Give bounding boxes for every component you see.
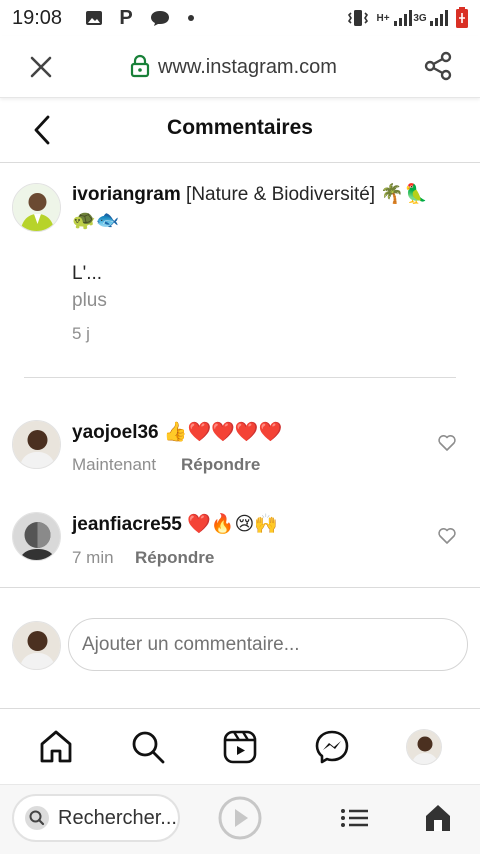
comments-divider bbox=[0, 587, 480, 588]
status-time: 19:08 bbox=[12, 7, 63, 29]
like-heart-icon[interactable] bbox=[437, 433, 457, 453]
comment-text: ❤️🔥😢🙌 bbox=[187, 514, 278, 535]
comment-text: 👍❤️❤️❤️❤️ bbox=[163, 422, 283, 443]
post-username[interactable]: ivoriangram bbox=[72, 184, 181, 205]
reply-button[interactable]: Répondre bbox=[135, 548, 214, 568]
comment-avatar[interactable] bbox=[12, 512, 61, 561]
comment-input-placeholder: Ajouter un commentaire... bbox=[82, 633, 300, 655]
profile-avatar[interactable] bbox=[406, 729, 442, 765]
post-caption: ivoriangram [Nature & Biodiversité] 🌴🦜 bbox=[72, 182, 472, 207]
post-caption-emojis: 🐢🐟 bbox=[72, 210, 120, 231]
share-icon[interactable] bbox=[422, 50, 454, 82]
play-icon[interactable] bbox=[217, 795, 263, 841]
messenger-icon[interactable] bbox=[314, 729, 350, 765]
signal-3g-icon bbox=[428, 9, 450, 27]
search-icon bbox=[25, 806, 49, 830]
comment-username[interactable]: jeanfiacre55 bbox=[72, 514, 182, 535]
reels-icon[interactable] bbox=[222, 729, 258, 765]
caption-divider bbox=[24, 377, 456, 378]
browser-home-icon[interactable] bbox=[424, 803, 452, 833]
browser-search-label: Rechercher... bbox=[58, 806, 177, 829]
comment-time: Maintenant bbox=[72, 455, 157, 474]
status-bar: 19:08 P H+ 3G bbox=[0, 0, 480, 36]
browser-toolbar: www.instagram.com bbox=[0, 36, 480, 98]
tabs-list-icon[interactable] bbox=[340, 806, 370, 832]
post-author-avatar[interactable] bbox=[12, 183, 61, 232]
address-bar[interactable]: www.instagram.com bbox=[158, 56, 337, 79]
battery-icon bbox=[454, 6, 470, 30]
image-icon bbox=[84, 9, 104, 27]
signal-icon bbox=[392, 9, 414, 27]
comment-body: yaojoel36 👍❤️❤️❤️❤️ bbox=[72, 420, 282, 445]
post-caption-truncated: L'... bbox=[72, 263, 103, 284]
comment-input[interactable]: Ajouter un commentaire... bbox=[68, 618, 468, 671]
network-3g-label: 3G bbox=[413, 12, 427, 24]
close-icon[interactable] bbox=[28, 54, 54, 80]
reply-button[interactable]: Répondre bbox=[181, 455, 260, 475]
more-link[interactable]: plus bbox=[72, 290, 107, 312]
chat-icon bbox=[149, 9, 171, 27]
search-icon[interactable] bbox=[130, 729, 166, 765]
comment-avatar[interactable] bbox=[12, 420, 61, 469]
comment-time: 7 min bbox=[72, 548, 114, 567]
comment-body: jeanfiacre55 ❤️🔥😢🙌 bbox=[72, 512, 278, 537]
bottom-navigation bbox=[0, 708, 480, 784]
post-caption-text: [Nature & Biodiversité] 🌴🦜 bbox=[186, 184, 428, 205]
p-app-icon: P bbox=[119, 6, 133, 29]
header-divider bbox=[0, 162, 480, 163]
hplus-icon: H+ bbox=[376, 12, 390, 24]
like-heart-icon[interactable] bbox=[437, 526, 457, 546]
lock-icon bbox=[130, 54, 150, 78]
page-title: Commentaires bbox=[167, 116, 313, 139]
vibrate-icon bbox=[346, 9, 370, 27]
current-user-avatar bbox=[12, 621, 61, 670]
comment-username[interactable]: yaojoel36 bbox=[72, 422, 159, 443]
browser-search-button[interactable]: Rechercher... bbox=[12, 794, 180, 842]
dot-icon bbox=[186, 9, 196, 27]
home-icon[interactable] bbox=[38, 729, 74, 765]
post-age: 5 j bbox=[72, 324, 90, 343]
